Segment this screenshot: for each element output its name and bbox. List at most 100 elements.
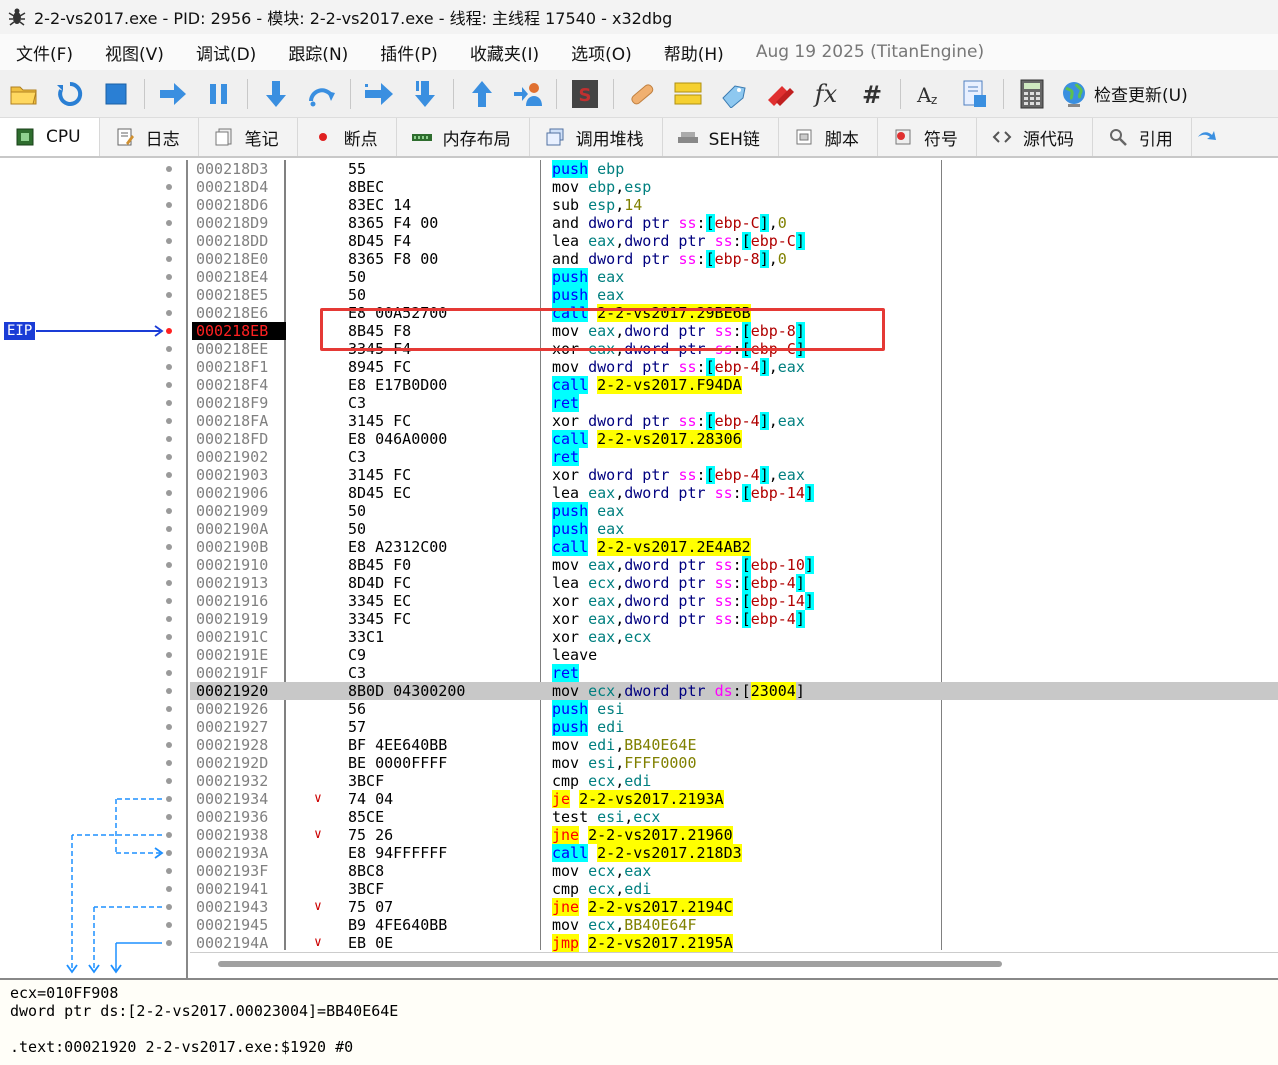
gutter-dot[interactable] xyxy=(166,310,172,316)
gutter-dot[interactable] xyxy=(166,454,172,460)
disasm-row[interactable]: 0002194A ∨ EB 0E jmp 2-2-vs2017.2195A xyxy=(190,934,1278,952)
branch-gutter[interactable] xyxy=(0,160,188,978)
gutter-dot[interactable] xyxy=(166,688,172,694)
disasm-row[interactable]: 000218E0 8365 F8 00 and dword ptr ss:[ebp-… xyxy=(190,250,1278,268)
preferences-icon[interactable] xyxy=(957,76,993,112)
tab-source[interactable]: 源代码 xyxy=(977,118,1093,156)
disasm-row[interactable]: 00021941 3BCF cmp ecx,edi xyxy=(190,880,1278,898)
gutter-dot[interactable] xyxy=(166,382,172,388)
gutter-dot[interactable] xyxy=(166,616,172,622)
disasm-row[interactable]: 00021902 C3 ret xyxy=(190,448,1278,466)
calculator-icon[interactable] xyxy=(1014,76,1050,112)
tab-cpu[interactable]: CPU xyxy=(0,118,100,156)
disasm-row[interactable]: 00021932 3BCF cmp ecx,edi xyxy=(190,772,1278,790)
disasm-row[interactable]: 00021920 8B0D 04300200 mov ecx,dword ptr d… xyxy=(190,682,1278,700)
gutter-dot[interactable] xyxy=(166,220,172,226)
disasm-row[interactable]: 0002193F 8BC8 mov ecx,eax xyxy=(190,862,1278,880)
check-update-button[interactable]: 检查更新(U) xyxy=(1060,80,1188,108)
pause-icon[interactable] xyxy=(201,76,237,112)
disasm-row[interactable]: 000218F1 8945 FC mov dword ptr ss:[ebp-4],… xyxy=(190,358,1278,376)
menu-debug[interactable]: 调试(D) xyxy=(180,40,272,65)
menu-file[interactable]: 文件(F) xyxy=(0,40,89,65)
scrollbar-thumb[interactable] xyxy=(218,961,1002,967)
gutter-dot[interactable] xyxy=(166,850,172,856)
gutter-dot[interactable] xyxy=(166,472,172,478)
disasm-row[interactable]: 00021906 8D45 EC lea eax,dword ptr ss:[ebp… xyxy=(190,484,1278,502)
disasm-row[interactable]: 00021927 57 push edi xyxy=(190,718,1278,736)
stop-icon[interactable] xyxy=(98,76,134,112)
patch-icon[interactable] xyxy=(624,76,660,112)
tab-log[interactable]: 日志 xyxy=(100,118,199,156)
disasm-row[interactable]: 00021916 3345 EC xor eax,dword ptr ss:[ebp… xyxy=(190,592,1278,610)
disasm-row[interactable]: 000218EB 8B45 F8 mov eax,dword ptr ss:[ebp… xyxy=(190,322,1278,340)
bookmarks-icon[interactable] xyxy=(762,76,798,112)
gutter-dot[interactable] xyxy=(166,256,172,262)
disasm-row[interactable]: 00021938 ∨ 75 26 jne 2-2-vs2017.21960 xyxy=(190,826,1278,844)
gutter-dot[interactable] xyxy=(166,490,172,496)
menu-view[interactable]: 视图(V) xyxy=(89,40,180,65)
horizontal-scrollbar[interactable] xyxy=(190,952,1278,978)
gutter-dot[interactable] xyxy=(166,580,172,586)
disasm-row[interactable]: 00021919 3345 FC xor eax,dword ptr ss:[ebp… xyxy=(190,610,1278,628)
menu-options[interactable]: 选项(O) xyxy=(555,40,648,65)
run-icon[interactable] xyxy=(155,76,191,112)
tab-call-stack[interactable]: 调用堆栈 xyxy=(530,118,663,156)
disasm-row[interactable]: 000218FA 3145 FC xor dword ptr ss:[ebp-4],… xyxy=(190,412,1278,430)
gutter-dot[interactable] xyxy=(166,724,172,730)
gutter-dot[interactable] xyxy=(166,886,172,892)
tab-notes[interactable]: 笔记 xyxy=(199,118,298,156)
comments-icon[interactable] xyxy=(670,76,706,112)
disasm-row[interactable]: 000218E4 50 push eax xyxy=(190,268,1278,286)
scylla-icon[interactable]: S xyxy=(567,76,603,112)
tab-symbols[interactable]: 符号 xyxy=(878,118,977,156)
disasm-row[interactable]: 0002190A 50 push eax xyxy=(190,520,1278,538)
disasm-row[interactable]: 000218E6 E8 00A52700 call 2-2-vs2017.29BE6… xyxy=(190,304,1278,322)
disasm-row[interactable]: 000218FD E8 046A0000 call 2-2-vs2017.28306 xyxy=(190,430,1278,448)
disasm-row[interactable]: 000218D9 8365 F4 00 and dword ptr ss:[ebp-… xyxy=(190,214,1278,232)
gutter-dot[interactable] xyxy=(166,706,172,712)
execute-till-return-icon[interactable] xyxy=(464,76,500,112)
gutter-dot[interactable] xyxy=(166,238,172,244)
restart-icon[interactable] xyxy=(52,76,88,112)
gutter-dot[interactable] xyxy=(166,436,172,442)
disassembly-view[interactable]: 000218D3 55 push ebp 000218D4 8BEC mov ebp,es… xyxy=(0,160,1278,978)
disasm-row[interactable]: 000218D3 55 push ebp xyxy=(190,160,1278,178)
disasm-row[interactable]: 00021913 8D4D FC lea ecx,dword ptr ss:[ebp… xyxy=(190,574,1278,592)
gutter-dot[interactable] xyxy=(166,346,172,352)
gutter-dot[interactable] xyxy=(166,760,172,766)
disasm-row[interactable]: 000218F9 C3 ret xyxy=(190,394,1278,412)
disasm-row[interactable]: 00021910 8B45 F0 mov eax,dword ptr ss:[ebp… xyxy=(190,556,1278,574)
gutter-dot[interactable] xyxy=(166,364,172,370)
disasm-row[interactable]: 000218DD 8D45 F4 lea eax,dword ptr ss:[ebp… xyxy=(190,232,1278,250)
gutter-dot[interactable] xyxy=(166,526,172,532)
disasm-row[interactable]: 00021909 50 push eax xyxy=(190,502,1278,520)
tab-breakpoints[interactable]: 断点 xyxy=(298,118,397,156)
disasm-row[interactable]: 00021943 ∨ 75 07 jne 2-2-vs2017.2194C xyxy=(190,898,1278,916)
gutter-dot[interactable] xyxy=(166,400,172,406)
gutter-dot[interactable] xyxy=(166,832,172,838)
trace-into-icon[interactable] xyxy=(361,76,397,112)
run-to-user-code-icon[interactable] xyxy=(510,76,546,112)
tab-memory-map[interactable]: 内存布局 xyxy=(397,118,530,156)
disasm-row[interactable]: 0002191F C3 ret xyxy=(190,664,1278,682)
gutter-dot[interactable] xyxy=(166,778,172,784)
labels-icon[interactable] xyxy=(716,76,752,112)
disasm-row[interactable]: 0002190B E8 A2312C00 call 2-2-vs2017.2E4AB… xyxy=(190,538,1278,556)
gutter-dot[interactable] xyxy=(166,418,172,424)
gutter-dot[interactable] xyxy=(166,544,172,550)
disasm-row[interactable]: 00021926 56 push esi xyxy=(190,700,1278,718)
gutter-dot[interactable] xyxy=(166,904,172,910)
eip-dot[interactable] xyxy=(166,328,172,334)
tab-overflow[interactable] xyxy=(1192,118,1222,156)
hash-icon[interactable]: # xyxy=(854,76,890,112)
gutter-dot[interactable] xyxy=(166,202,172,208)
tab-script[interactable]: 脚本 xyxy=(779,118,878,156)
disasm-row[interactable]: 00021928 BF 4EE640BB mov edi,BB40E64E xyxy=(190,736,1278,754)
gutter-dot[interactable] xyxy=(166,292,172,298)
gutter-dot[interactable] xyxy=(166,814,172,820)
disasm-row[interactable]: 000218EE 3345 F4 xor eax,dword ptr ss:[ebp… xyxy=(190,340,1278,358)
menu-favourites[interactable]: 收藏夹(I) xyxy=(454,40,555,65)
trace-over-icon[interactable] xyxy=(407,76,443,112)
gutter-dot[interactable] xyxy=(166,868,172,874)
gutter-dot[interactable] xyxy=(166,508,172,514)
